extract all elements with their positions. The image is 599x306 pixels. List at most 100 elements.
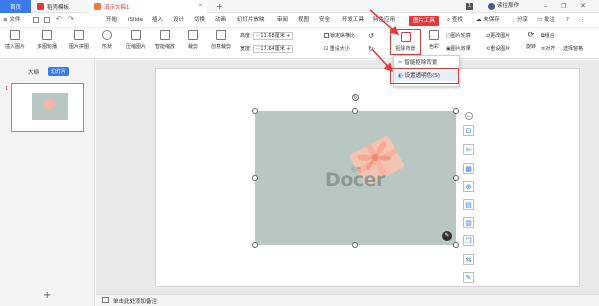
height-label: 高度: [240,33,252,39]
image-action-icon[interactable]: ✎ [442,231,452,241]
menu-security[interactable]: 安全 [319,13,330,28]
replace-tool-icon[interactable]: ⇆ [463,254,474,265]
select-pane-button[interactable]: 选择窗格 [563,44,583,54]
comment-button[interactable]: ▭ 批注 [537,13,555,28]
smart-remove-icon: ✂ [398,60,403,66]
smart-zoom-button[interactable]: 智能缩放 [151,30,179,50]
smart-zoom-label: 智能缩放 [154,44,175,50]
picture-tool-icon[interactable]: ▦ [463,163,474,174]
tab-docer-templates[interactable]: 稻壳模板 [32,0,88,13]
picture-frame-tool-icon[interactable]: ▤ [463,199,474,210]
menu-developer[interactable]: 开发工具 [342,13,364,28]
smart-remove-label: 智能抠除背景 [404,60,438,66]
color-button[interactable]: 色彩 [423,30,445,50]
menu-animation[interactable]: 动画 [215,13,226,28]
remove-background-tool-icon[interactable]: ✄ [463,144,474,155]
minimize-icon[interactable]: – [544,0,548,13]
resize-handle-bottom-left[interactable] [252,242,258,248]
avatar[interactable] [488,3,495,10]
shape-button[interactable]: 形状 [96,30,118,50]
notes-bar[interactable]: 单击此处添加备注 [96,294,599,306]
cloud-icon: ☁ [476,17,482,23]
copy-tool-icon[interactable]: ❐ [463,235,474,246]
more-icon[interactable]: ⋮ [580,13,586,28]
edit-tool-icon[interactable]: ✎ [463,272,474,283]
menu-islide[interactable]: iSlide [128,13,143,28]
rotate-handle-icon[interactable]: ↻ [352,94,359,101]
align-button[interactable]: ≡对齐 [541,44,555,54]
search-button[interactable]: ⌕ 查找 [447,13,463,28]
width-label: 宽度: [240,46,252,52]
slides-tab[interactable]: 幻灯片 [48,67,70,76]
compress-picture-button[interactable]: 压缩图片 [122,30,150,50]
restore-icon[interactable]: ❐ [561,0,566,13]
menu-file[interactable]: ≡ 文件 [3,13,20,28]
user-name[interactable]: 读往那作 [497,0,519,13]
tab-presentation[interactable]: 演示文稿1 × [89,0,207,13]
resize-handle-left[interactable] [252,175,258,181]
crop-button[interactable]: 裁剪 [181,30,205,50]
reset-size-button[interactable]: ⊡ 重设大小 [324,44,350,54]
width-input[interactable]: – 17.64厘米 + [253,44,294,53]
resize-handle-top-right[interactable] [453,108,459,114]
add-slide-button[interactable]: + [43,290,51,301]
align-label: 对齐 [545,46,556,52]
height-input[interactable]: – 11.68厘米 + [253,31,294,40]
picture-outline-button[interactable]: ▢图片轮廓 [446,31,471,41]
collapse-toolbar-icon[interactable]: – [465,112,473,120]
menu-view[interactable]: 视图 [298,13,309,28]
rotate-left-icon[interactable]: ↺ [368,31,374,41]
color-icon [429,30,439,40]
close-window-icon[interactable]: ✕ [580,0,586,13]
rotate-right-icon[interactable]: ↻ [368,44,374,54]
save-icon[interactable] [33,17,39,23]
zoom-tool-icon[interactable]: ⊕ [463,181,474,192]
menu-design[interactable]: 设计 [173,13,184,28]
crop-tool-icon[interactable]: ⊡ [463,125,474,136]
resize-handle-right[interactable] [453,175,459,181]
share-button[interactable]: 分享 [517,13,528,28]
insert-picture-button[interactable]: 插入图片 [0,30,30,50]
menu-start[interactable]: 开始 [106,13,117,28]
resize-handle-top[interactable] [352,108,358,114]
comment-icon: ▭ [537,17,543,23]
selected-picture[interactable]: Docer 稻壳 ✎ [255,111,456,245]
menu-insert[interactable]: 插入 [152,13,163,28]
color-label: 色彩 [428,44,439,50]
outline-tab[interactable]: 大纲 [28,68,39,76]
creative-crop-button[interactable]: 创意裁剪 [206,30,236,50]
menu-slideshow[interactable]: 幻灯片放映 [237,13,265,28]
search-label: 查找 [451,17,463,23]
picture-stitch-button[interactable]: 图片拼图 [64,30,94,50]
combine-button[interactable]: ⧉组合 [541,31,555,41]
resize-handle-bottom[interactable] [352,242,358,248]
close-tab-icon[interactable]: × [198,2,203,9]
menu-review[interactable]: 审阅 [277,13,288,28]
unsaved-status[interactable]: ☁ 未保存 [476,13,500,28]
slide-thumbnail[interactable] [11,83,84,132]
notification-badge[interactable]: 1 [466,3,473,10]
menu-transition[interactable]: 切换 [194,13,205,28]
lock-ratio-checkbox[interactable]: 锁定纵横比 [324,31,355,41]
resize-handle-bottom-right[interactable] [453,242,459,248]
remove-background-button[interactable]: 抠除背景 [390,29,421,55]
multi-turn-button[interactable]: 多图轮播 [32,30,62,50]
reset-picture-button[interactable]: ⟲重设图片 [486,44,510,54]
undo-icon[interactable]: ↶ [56,15,62,23]
smart-remove-background-item[interactable]: ✂ 智能抠除背景 [398,58,437,68]
help-icon[interactable]: ? [566,13,569,28]
change-picture-button[interactable]: ⇄更改图片 [486,31,510,41]
insert-picture-label: 插入图片 [4,44,25,50]
docer-logo-small: 稻壳 [351,167,362,173]
resize-handle-top-left[interactable] [252,108,258,114]
menu-picture-tools[interactable]: 图片工具 [409,15,440,26]
picture-effect-button[interactable]: ▣图片效果 [446,44,471,54]
menu-special-apps[interactable]: 特色应用 [373,13,395,28]
rotate-button[interactable]: ⟳ 旋转 [522,30,540,50]
rotate-label: 旋转 [525,44,536,50]
redo-icon[interactable]: ↷ [68,15,74,23]
tab-home[interactable]: 首页 [0,0,31,13]
new-tab-button[interactable]: + [211,0,223,13]
layout-tool-icon[interactable]: ▥ [463,217,474,228]
print-icon[interactable] [44,17,50,23]
